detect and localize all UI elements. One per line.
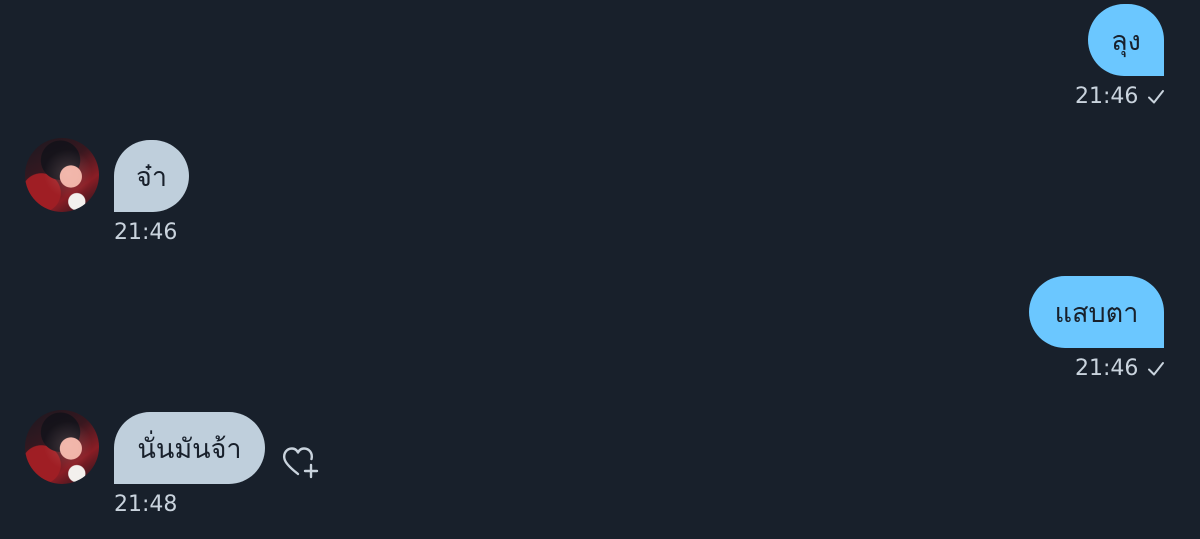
heart-plus-icon[interactable] [280, 440, 322, 482]
message-text: จ๋า [136, 161, 167, 193]
message-meta: 21:46 [1075, 84, 1166, 109]
message-time: 21:46 [1075, 356, 1139, 381]
check-icon [1148, 89, 1165, 103]
message-text: นั่นมันจ้า [137, 433, 242, 465]
check-icon [1148, 361, 1165, 375]
message-meta: 21:46 [114, 220, 177, 245]
message-text: แสบตา [1054, 297, 1139, 329]
sent-message-bubble[interactable]: แสบตา [1029, 276, 1164, 348]
avatar[interactable] [25, 138, 99, 212]
message-meta: 21:48 [114, 492, 177, 517]
avatar[interactable] [25, 410, 99, 484]
received-message-bubble[interactable]: จ๋า [114, 140, 189, 212]
sent-message-bubble[interactable]: ลุง [1088, 4, 1164, 76]
message-meta: 21:46 [1075, 356, 1166, 381]
received-message-bubble[interactable]: นั่นมันจ้า [114, 412, 265, 484]
message-time: 21:46 [114, 220, 178, 245]
message-time: 21:46 [1075, 84, 1139, 109]
message-text: ลุง [1111, 25, 1141, 57]
message-time: 21:48 [114, 492, 178, 517]
